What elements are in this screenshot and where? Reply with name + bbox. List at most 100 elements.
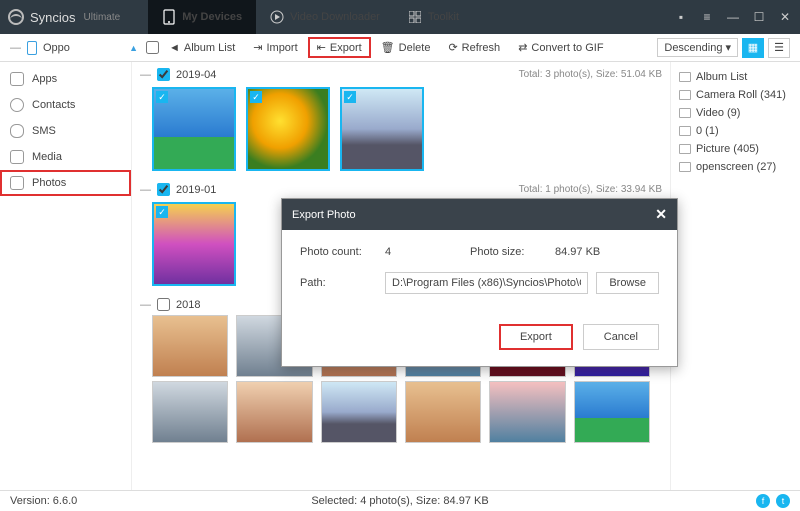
folder-icon xyxy=(679,72,691,82)
convert-gif-button[interactable]: ⇄Convert to GIF xyxy=(510,38,611,57)
path-row: Path: Browse xyxy=(300,272,659,294)
sidebar-item-media[interactable]: Media xyxy=(0,144,131,170)
device-name: Oppo xyxy=(43,42,70,54)
delete-button[interactable]: 🗑Delete xyxy=(373,38,439,57)
group-checkbox[interactable] xyxy=(157,183,170,196)
device-selector[interactable]: — Oppo ▲ xyxy=(10,41,138,55)
photo-thumbnail[interactable] xyxy=(574,381,650,443)
info-row: Photo count: 4 Photo size: 84.97 KB xyxy=(300,246,659,258)
tab-my-devices[interactable]: My Devices xyxy=(148,0,256,34)
dialog-title: Export Photo xyxy=(292,209,356,221)
refresh-icon: ⟳ xyxy=(448,41,457,54)
album-item[interactable]: Camera Roll (341) xyxy=(677,86,794,104)
album-list-header[interactable]: Album List xyxy=(677,68,794,86)
check-icon: ✓ xyxy=(156,91,168,103)
app-edition: Ultimate xyxy=(84,12,121,23)
album-item[interactable]: 0 (1) xyxy=(677,122,794,140)
photo-thumbnail[interactable] xyxy=(489,381,565,443)
group-checkbox[interactable] xyxy=(157,298,170,311)
app-name: Syncios xyxy=(30,10,76,25)
thumbnail-row xyxy=(140,379,662,445)
photo-thumbnail[interactable]: ✓ xyxy=(152,202,236,286)
image-icon xyxy=(679,162,691,172)
photo-size-value: 84.97 KB xyxy=(555,246,600,258)
collapse-icon: — xyxy=(140,69,151,81)
close-icon[interactable]: ✕ xyxy=(655,206,667,223)
play-icon xyxy=(270,10,284,24)
browse-button[interactable]: Browse xyxy=(596,272,659,294)
export-confirm-button[interactable]: Export xyxy=(499,324,573,350)
back-icon: ◄ xyxy=(169,42,180,54)
version-text: Version: 6.6.0 xyxy=(10,495,77,507)
export-button[interactable]: ⇤Export xyxy=(308,37,371,58)
select-all-checkbox[interactable] xyxy=(146,41,159,54)
dialog-header: Export Photo ✕ xyxy=(282,199,677,230)
photo-group: — 2019-04 Total: 3 photo(s), Size: 51.04… xyxy=(140,66,662,175)
device-phone-icon xyxy=(27,41,37,55)
album-item[interactable]: Picture (405) xyxy=(677,140,794,158)
photo-thumbnail[interactable] xyxy=(152,315,228,377)
group-info: Total: 1 photo(s), Size: 33.94 KB xyxy=(519,184,662,195)
export-photo-dialog: Export Photo ✕ Photo count: 4 Photo size… xyxy=(281,198,678,367)
sub-toolbar: — Oppo ▲ ◄Album List ⇥Import ⇤Export 🗑De… xyxy=(0,34,800,62)
sort-dropdown[interactable]: Descending▾ xyxy=(657,38,738,57)
view-list-button[interactable]: ☰ xyxy=(768,38,790,58)
notification-icon[interactable]: ▪ xyxy=(674,10,688,24)
photo-count-label: Photo count: xyxy=(300,246,385,258)
tab-label: Toolkit xyxy=(428,11,459,23)
photo-thumbnail[interactable]: ✓ xyxy=(340,87,424,171)
photo-thumbnail[interactable]: ✓ xyxy=(246,87,330,171)
photo-thumbnail[interactable] xyxy=(152,381,228,443)
photo-count-value: 4 xyxy=(385,246,470,258)
group-header[interactable]: — 2019-01 Total: 1 photo(s), Size: 33.94… xyxy=(140,181,662,198)
video-icon xyxy=(679,108,691,118)
photo-thumbnail[interactable] xyxy=(405,381,481,443)
cancel-button[interactable]: Cancel xyxy=(583,324,659,350)
close-button[interactable]: ✕ xyxy=(778,10,792,24)
album-list-button[interactable]: ◄Album List xyxy=(161,39,243,57)
photo-thumbnail[interactable] xyxy=(321,381,397,443)
maximize-button[interactable]: ☐ xyxy=(752,10,766,24)
path-input[interactable] xyxy=(385,272,588,294)
logo-icon xyxy=(8,9,24,25)
refresh-button[interactable]: ⟳Refresh xyxy=(440,38,508,57)
convert-icon: ⇄ xyxy=(518,41,527,54)
trash-icon: 🗑 xyxy=(381,41,395,54)
view-grid-button[interactable]: ▦ xyxy=(742,38,764,58)
tab-video-downloader[interactable]: Video Downloader xyxy=(256,0,394,34)
twitter-icon[interactable]: t xyxy=(776,494,790,508)
facebook-icon[interactable]: f xyxy=(756,494,770,508)
import-button[interactable]: ⇥Import xyxy=(245,38,305,57)
minimize-button[interactable]: — xyxy=(726,10,740,24)
chevron-up-icon: ▲ xyxy=(129,43,138,53)
group-header[interactable]: — 2019-04 Total: 3 photo(s), Size: 51.04… xyxy=(140,66,662,83)
dialog-footer: Export Cancel xyxy=(282,324,677,366)
contacts-icon xyxy=(10,98,24,112)
camera-icon xyxy=(679,90,691,100)
status-bar: Version: 6.6.0 Selected: 4 photo(s), Siz… xyxy=(0,490,800,511)
group-checkbox[interactable] xyxy=(157,68,170,81)
collapse-icon: — xyxy=(140,184,151,196)
sidebar-item-photos[interactable]: Photos xyxy=(0,170,131,196)
tab-label: Video Downloader xyxy=(290,11,380,23)
album-item[interactable]: openscreen (27) xyxy=(677,158,794,176)
album-item[interactable]: Video (9) xyxy=(677,104,794,122)
sidebar-item-contacts[interactable]: Contacts xyxy=(0,92,131,118)
dialog-body: Photo count: 4 Photo size: 84.97 KB Path… xyxy=(282,230,677,324)
tab-toolkit[interactable]: Toolkit xyxy=(394,0,473,34)
menu-icon[interactable]: ≡ xyxy=(700,10,714,24)
photo-size-label: Photo size: xyxy=(470,246,555,258)
path-label: Path: xyxy=(300,277,385,289)
photo-thumbnail[interactable]: ✓ xyxy=(152,87,236,171)
titlebar: Syncios Ultimate My Devices Video Downlo… xyxy=(0,0,800,34)
image-icon xyxy=(679,144,691,154)
sidebar-item-sms[interactable]: SMS xyxy=(0,118,131,144)
apps-icon xyxy=(10,72,24,86)
photo-thumbnail[interactable] xyxy=(236,381,312,443)
sidebar-item-apps[interactable]: Apps xyxy=(0,66,131,92)
tab-label: My Devices xyxy=(182,11,242,23)
group-name: 2018 xyxy=(176,299,200,311)
sidebar: Apps Contacts SMS Media Photos xyxy=(0,62,132,490)
export-icon: ⇤ xyxy=(317,41,326,54)
image-icon xyxy=(679,126,691,136)
